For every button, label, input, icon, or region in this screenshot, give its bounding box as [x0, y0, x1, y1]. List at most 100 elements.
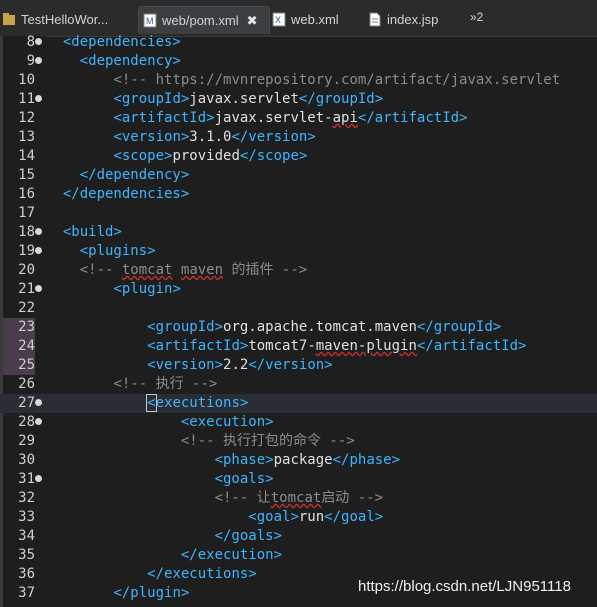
line-number: 30 [18, 452, 35, 468]
xml-tag: </artifactId> [416, 338, 527, 354]
line-number: 32 [18, 490, 35, 506]
fold-toggle-icon[interactable] [35, 57, 42, 64]
xml-value: api [332, 110, 358, 126]
code-line[interactable]: 33 <goal>run</goal> [0, 508, 597, 527]
watermark-text: https://blog.csdn.net/LJN951118 [358, 578, 571, 595]
xml-comment: 的插件 --> [223, 262, 308, 278]
code-line[interactable]: 29 <!-- 执行打包的命令 --> [0, 432, 597, 451]
code-line[interactable]: 22 [0, 299, 597, 318]
xml-tag: <artifactId> [147, 338, 249, 354]
code-line[interactable]: 8 <dependencies> [0, 33, 597, 52]
xml-tag: <groupId> [147, 319, 224, 335]
code-line[interactable]: 28 <execution> [0, 413, 597, 432]
tab-label: web/pom.xml [162, 13, 239, 28]
close-tab-icon[interactable]: ✖ [247, 13, 258, 29]
fold-toggle-icon[interactable] [35, 475, 42, 482]
xml-value: 2.2 [223, 357, 249, 373]
xml-tag: </dependency> [79, 167, 190, 183]
code-line[interactable]: 10 <!-- https://mvnrepository.com/artifa… [0, 71, 597, 90]
code-line[interactable]: 17 [0, 204, 597, 223]
fold-toggle-icon[interactable] [35, 95, 42, 102]
code-text: <goal>run</goal> [46, 508, 383, 527]
code-line[interactable]: 26 <!-- 执行 --> [0, 375, 597, 394]
xml-tag: </executions> [147, 566, 257, 582]
fold-toggle-icon[interactable] [35, 418, 42, 425]
tab-label: web.xml [291, 12, 339, 27]
fold-toggle-icon[interactable] [35, 247, 42, 254]
code-line[interactable]: 35 </execution> [0, 546, 597, 565]
xml-comment: <!-- https://mvnrepository.com/artifact/… [113, 72, 561, 88]
xml-tag: </artifactId> [357, 110, 468, 126]
line-number: 33 [18, 509, 35, 525]
line-number: 9 [26, 53, 35, 69]
code-line[interactable]: 9 <dependency> [0, 52, 597, 71]
line-number: 19 [18, 243, 35, 259]
fold-toggle-icon[interactable] [35, 38, 42, 45]
line-number: 25 [3, 356, 35, 375]
fold-toggle-icon[interactable] [35, 285, 42, 292]
fold-toggle-icon[interactable] [35, 228, 42, 235]
xml-comment: tomcat [121, 262, 173, 278]
xml-tag: <goals> [214, 471, 274, 487]
code-line[interactable]: 30 <phase>package</phase> [0, 451, 597, 470]
line-number: 8 [26, 34, 35, 50]
xml-value: maven-plugin [315, 338, 417, 354]
code-text: <dependency> [46, 52, 181, 71]
line-number: 18 [18, 224, 35, 240]
xml-tag: <groupId> [113, 91, 190, 107]
tab-web-xml[interactable]: X web.xml [272, 6, 358, 33]
xml-comment: <!-- 让 [214, 490, 271, 506]
line-number: 10 [18, 72, 35, 88]
tab-index-jsp[interactable]: index.jsp [368, 6, 458, 33]
line-number: 13 [18, 129, 35, 145]
tab-pom-xml[interactable]: M web/pom.xml ✖ [138, 6, 270, 34]
xml-comment: maven [180, 262, 224, 278]
xml-tag: </phase> [332, 452, 401, 468]
xml-tag: <goal> [248, 509, 299, 525]
code-line[interactable]: 20 <!-- tomcat maven 的插件 --> [0, 261, 597, 280]
code-line[interactable]: 14 <scope>provided</scope> [0, 147, 597, 166]
xml-comment [172, 262, 180, 278]
svg-text:M: M [146, 16, 154, 26]
code-line[interactable]: 15 </dependency> [0, 166, 597, 185]
code-text: <groupId>org.apache.tomcat.maven</groupI… [46, 318, 501, 337]
xml-tag: </goal> [324, 509, 384, 525]
code-line[interactable]: 24 <artifactId>tomcat7-maven-plugin</art… [0, 337, 597, 356]
xml-tag: </dependencies> [62, 186, 190, 202]
code-text: <!-- 执行打包的命令 --> [46, 432, 355, 451]
code-line[interactable]: 13 <version>3.1.0</version> [0, 128, 597, 147]
code-line[interactable]: 16 </dependencies> [0, 185, 597, 204]
line-number: 28 [18, 414, 35, 430]
code-line[interactable]: 34 </goals> [0, 527, 597, 546]
code-text: <artifactId>javax.servlet-api</artifactI… [46, 109, 467, 128]
code-text: <version>3.1.0</version> [46, 128, 315, 147]
code-line[interactable]: 31 <goals> [0, 470, 597, 489]
tab-overflow-button[interactable]: »2 [470, 10, 483, 24]
code-text: <executions> [46, 394, 248, 413]
code-text: </goals> [46, 527, 282, 546]
code-line[interactable]: 12 <artifactId>javax.servlet-api</artifa… [0, 109, 597, 128]
code-line[interactable]: 27 <executions> [0, 394, 597, 413]
code-editor[interactable]: 8 <dependencies> 9 <dependency> 10 <!-- ht… [0, 33, 597, 607]
code-line[interactable]: 21 <plugin> [0, 280, 597, 299]
line-number: 21 [18, 281, 35, 297]
xml-value: org.apache.tomcat.maven [223, 319, 417, 335]
fold-toggle-icon[interactable] [35, 399, 42, 406]
code-line[interactable]: 23 <groupId>org.apache.tomcat.maven</gro… [0, 318, 597, 337]
xml-value: javax.servlet- [214, 110, 333, 126]
xml-value: tomcat7- [248, 338, 316, 354]
code-line[interactable]: 11 <groupId>javax.servlet</groupId> [0, 90, 597, 109]
tab-testhelloworld[interactable]: TestHelloWor... [2, 6, 130, 33]
xml-tag: <version> [147, 357, 224, 373]
code-text: <version>2.2</version> [46, 356, 332, 375]
xml-tag: <plugin> [113, 281, 181, 297]
line-number: 37 [18, 585, 35, 601]
code-line[interactable]: 19 <plugins> [0, 242, 597, 261]
code-text: <dependencies> [46, 33, 181, 52]
xml-tag: <phase> [214, 452, 274, 468]
code-line[interactable]: 25 <version>2.2</version> [0, 356, 597, 375]
xml-tag: </groupId> [416, 319, 502, 335]
code-line[interactable]: 32 <!-- 让tomcat启动 --> [0, 489, 597, 508]
code-line[interactable]: 18 <build> [0, 223, 597, 242]
code-text: <execution> [46, 413, 274, 432]
